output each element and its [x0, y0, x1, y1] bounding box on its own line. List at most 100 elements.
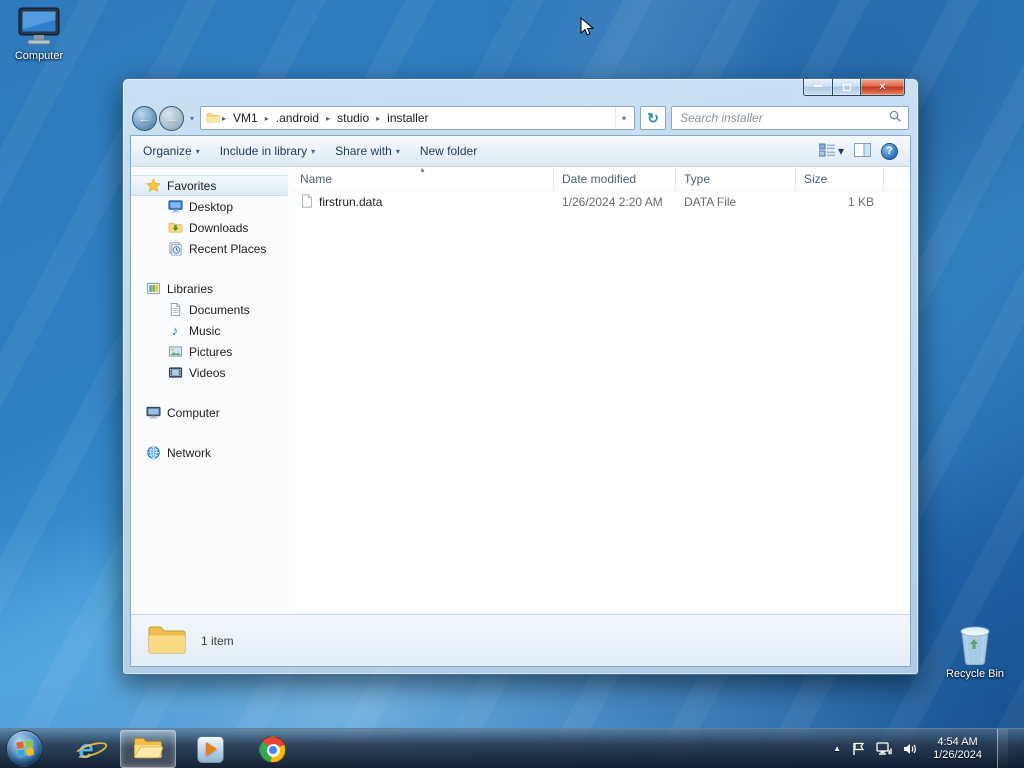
- windows-logo-icon: [15, 739, 34, 758]
- tray-expand-icon[interactable]: ▲: [833, 744, 841, 753]
- close-icon: ✕: [878, 81, 887, 93]
- chevron-down-icon: ▾: [311, 146, 316, 156]
- sidebar-item-libraries[interactable]: Libraries: [131, 278, 292, 299]
- new-folder-label: New folder: [419, 144, 478, 158]
- taskbar-internet-explorer-button[interactable]: e: [58, 730, 114, 768]
- sidebar-item-computer[interactable]: Computer: [131, 402, 292, 423]
- chevron-down-icon: ▾: [837, 144, 844, 158]
- title-bar[interactable]: ✕: [130, 79, 911, 105]
- taskbar-explorer-button[interactable]: [120, 730, 176, 768]
- sidebar-item-label: Documents: [189, 302, 250, 317]
- windows-media-player-icon: [196, 735, 224, 763]
- refresh-button[interactable]: ↻: [640, 106, 666, 130]
- recent-pages-dropdown[interactable]: ▾: [189, 114, 195, 123]
- videos-icon: [167, 365, 183, 381]
- file-row-firstrun-data[interactable]: firstrun.data 1/26/2024 2:20 AM DATA Fil…: [292, 191, 910, 213]
- recycle-bin-icon: [938, 622, 1012, 666]
- downloads-icon: [167, 220, 183, 236]
- sidebar-item-network[interactable]: Network: [131, 442, 292, 463]
- sidebar-item-label: Favorites: [167, 178, 217, 193]
- search-box[interactable]: [671, 106, 909, 130]
- forward-arrow-icon: →: [165, 110, 178, 126]
- maximize-button[interactable]: [832, 79, 860, 96]
- search-icon: [889, 110, 902, 126]
- change-view-button[interactable]: ▾: [818, 143, 844, 160]
- sidebar-item-label: Libraries: [167, 281, 214, 296]
- address-bar[interactable]: ▸ VM1 ▸ .android ▸ studio ▸ installer ▾: [200, 106, 635, 130]
- sidebar-item-pictures[interactable]: Pictures: [131, 341, 292, 362]
- organize-button[interactable]: Organize ▾: [143, 144, 200, 158]
- recycle-bin-desktop-icon[interactable]: Recycle Bin: [938, 622, 1012, 680]
- folder-icon: [147, 623, 187, 658]
- search-input[interactable]: [678, 110, 889, 126]
- explorer-panes: Favorites Desktop Downloads Recent Place…: [131, 167, 910, 614]
- sidebar-item-desktop[interactable]: Desktop: [131, 196, 292, 217]
- back-button[interactable]: ←: [132, 105, 157, 131]
- sidebar-item-documents[interactable]: Documents: [131, 299, 292, 320]
- column-header-type[interactable]: Type: [676, 167, 796, 190]
- refresh-icon: ↻: [647, 109, 659, 126]
- start-button[interactable]: [6, 730, 43, 767]
- file-size: 1 KB: [847, 195, 874, 209]
- views-icon: [818, 143, 835, 160]
- back-arrow-icon: ←: [138, 110, 151, 126]
- file-name: firstrun.data: [319, 195, 383, 209]
- sidebar-item-label: Network: [167, 445, 212, 460]
- recent-places-icon: [167, 241, 183, 257]
- sidebar-item-downloads[interactable]: Downloads: [131, 217, 292, 238]
- desktop-icon: [167, 199, 183, 215]
- network-icon[interactable]: [876, 741, 892, 756]
- column-header-name[interactable]: ▴ Name: [292, 167, 554, 190]
- sidebar-item-favorites[interactable]: Favorites: [131, 175, 288, 196]
- network-icon: [145, 445, 161, 461]
- new-folder-button[interactable]: New folder: [420, 144, 477, 158]
- computer-icon: [145, 405, 161, 421]
- computer-desktop-icon[interactable]: Computer: [2, 6, 76, 62]
- breadcrumb-android[interactable]: .android: [270, 111, 325, 125]
- sidebar-item-label: Videos: [189, 365, 226, 380]
- action-center-icon[interactable]: [852, 742, 865, 756]
- breadcrumb-installer[interactable]: installer: [381, 111, 434, 125]
- sidebar-item-music[interactable]: ♪ Music: [131, 320, 292, 341]
- close-button[interactable]: ✕: [860, 79, 905, 96]
- sidebar-item-label: Computer: [167, 405, 220, 420]
- system-tray: ▲ 4:54 AM 1/26/2024: [833, 728, 1024, 768]
- recycle-bin-desktop-label: Recycle Bin: [945, 668, 1005, 680]
- taskbar-clock[interactable]: 4:54 AM 1/26/2024: [929, 736, 986, 762]
- windows-explorer-icon: [133, 736, 164, 763]
- libraries-icon: [145, 281, 161, 297]
- music-icon: ♪: [171, 322, 179, 338]
- explorer-window: ✕ ← → ▾ ▸ VM1 ▸ .android ▸ studio ▸ inst…: [122, 78, 919, 675]
- clock-time: 4:54 AM: [937, 735, 978, 748]
- include-in-library-button[interactable]: Include in library ▾: [220, 144, 315, 158]
- chevron-down-icon: ▾: [195, 146, 200, 156]
- preview-pane-button[interactable]: [854, 142, 871, 160]
- minimize-button[interactable]: [803, 79, 832, 96]
- help-button[interactable]: ?: [881, 142, 898, 160]
- column-header-size[interactable]: Size: [796, 167, 884, 190]
- navigation-bar: ← → ▾ ▸ VM1 ▸ .android ▸ studio ▸ instal…: [130, 105, 911, 135]
- share-with-button[interactable]: Share with ▾: [335, 144, 400, 158]
- organize-label: Organize: [143, 144, 192, 158]
- favorites-star-icon: [145, 178, 161, 194]
- include-in-library-label: Include in library: [219, 144, 308, 158]
- taskbar-media-player-button[interactable]: [182, 730, 238, 768]
- toolbar-right-group: ▾ ?: [818, 142, 898, 160]
- clock-date: 1/26/2024: [933, 748, 982, 761]
- volume-icon[interactable]: [903, 742, 918, 756]
- taskbar-chrome-button[interactable]: [244, 730, 300, 768]
- breadcrumb-vm1[interactable]: VM1: [227, 111, 264, 125]
- computer-icon: [2, 6, 76, 48]
- address-dropdown-icon[interactable]: ▾: [614, 107, 632, 129]
- column-header-date-modified[interactable]: Date modified: [554, 167, 676, 190]
- breadcrumb-studio[interactable]: studio: [331, 111, 375, 125]
- sidebar-item-label: Recent Places: [189, 241, 267, 256]
- sidebar-item-videos[interactable]: Videos: [131, 362, 292, 383]
- file-rows: firstrun.data 1/26/2024 2:20 AM DATA Fil…: [292, 191, 910, 614]
- forward-button[interactable]: →: [159, 105, 184, 131]
- show-desktop-button[interactable]: [997, 728, 1008, 768]
- sort-ascending-icon: ▴: [420, 167, 425, 174]
- sidebar-item-recent-places[interactable]: Recent Places: [131, 238, 292, 259]
- command-toolbar: Organize ▾ Include in library ▾ Share wi…: [131, 136, 910, 167]
- maximize-icon: [842, 83, 851, 91]
